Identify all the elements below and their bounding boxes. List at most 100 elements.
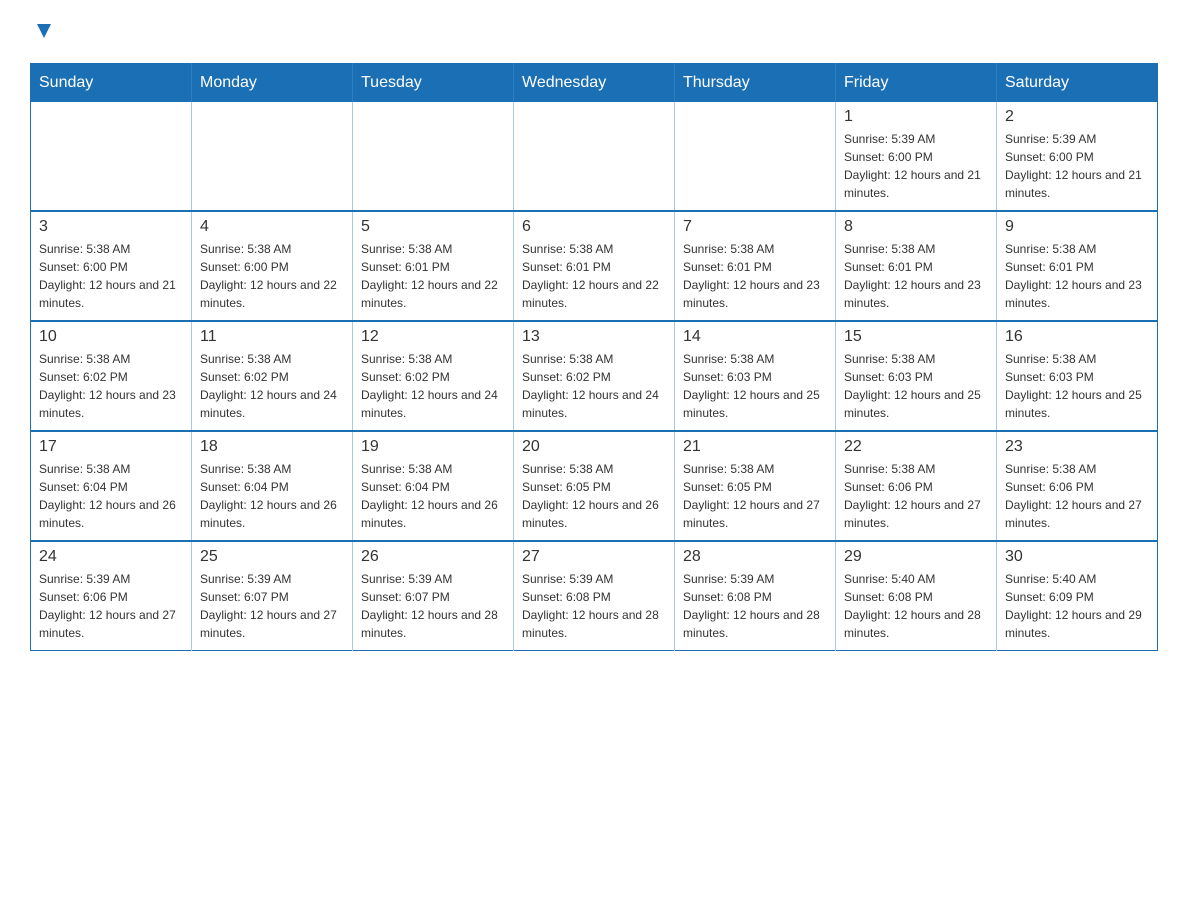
table-cell: 16Sunrise: 5:38 AM Sunset: 6:03 PM Dayli… [997, 321, 1158, 431]
day-number: 16 [1005, 328, 1149, 346]
day-info: Sunrise: 5:39 AM Sunset: 6:08 PM Dayligh… [522, 570, 666, 642]
weekday-header-monday: Monday [192, 64, 353, 103]
table-cell: 12 Sunrise: 5:38 AM Sunset: 6:02 PM Dayli… [353, 321, 514, 431]
weekday-header-tuesday: Tuesday [353, 64, 514, 103]
logo [30, 20, 55, 47]
day-number: 8 [844, 218, 988, 236]
logo-arrow-icon [33, 20, 55, 42]
table-cell: 11 Sunrise: 5:38 AM Sunset: 6:02 PM Dayli… [192, 321, 353, 431]
day-number: 13 [522, 328, 666, 346]
table-cell: 21 Sunrise: 5:38 AM Sunset: 6:05 PM Dayli… [675, 431, 836, 541]
day-number: 1 [844, 108, 988, 126]
day-info: Sunrise: 5:38 AM Sunset: 6:05 PM Dayligh… [522, 460, 666, 532]
day-number: 15 [844, 328, 988, 346]
table-cell: 29Sunrise: 5:40 AM Sunset: 6:08 PM Dayli… [836, 541, 997, 651]
weekday-header-friday: Friday [836, 64, 997, 103]
table-cell: 5 Sunrise: 5:38 AM Sunset: 6:01 PM Daylig… [353, 211, 514, 321]
day-number: 17 [39, 438, 183, 456]
day-info: Sunrise: 5:38 AM Sunset: 6:01 PM Dayligh… [1005, 240, 1149, 312]
weekday-header-saturday: Saturday [997, 64, 1158, 103]
table-cell: 22 Sunrise: 5:38 AM Sunset: 6:06 PM Dayli… [836, 431, 997, 541]
day-info: Sunrise: 5:38 AM Sunset: 6:03 PM Dayligh… [683, 350, 827, 422]
week-row-3: 10 Sunrise: 5:38 AM Sunset: 6:02 PM Dayli… [31, 321, 1158, 431]
day-number: 27 [522, 548, 666, 566]
calendar-table: SundayMondayTuesdayWednesdayThursdayFrid… [30, 63, 1158, 651]
day-number: 24 [39, 548, 183, 566]
day-info: Sunrise: 5:39 AM Sunset: 6:07 PM Dayligh… [200, 570, 344, 642]
table-cell: 2Sunrise: 5:39 AM Sunset: 6:00 PM Daylig… [997, 102, 1158, 211]
day-info: Sunrise: 5:39 AM Sunset: 6:08 PM Dayligh… [683, 570, 827, 642]
day-info: Sunrise: 5:38 AM Sunset: 6:03 PM Dayligh… [844, 350, 988, 422]
day-info: Sunrise: 5:40 AM Sunset: 6:08 PM Dayligh… [844, 570, 988, 642]
table-cell [31, 102, 192, 211]
day-number: 9 [1005, 218, 1149, 236]
day-number: 7 [683, 218, 827, 236]
table-cell: 10Sunrise: 5:38 AM Sunset: 6:02 PM Dayli… [31, 321, 192, 431]
table-cell: 6 Sunrise: 5:38 AM Sunset: 6:01 PM Daylig… [514, 211, 675, 321]
table-cell [675, 102, 836, 211]
header [30, 20, 1158, 47]
day-number: 6 [522, 218, 666, 236]
table-cell: 30 Sunrise: 5:40 AM Sunset: 6:09 PM Dayli… [997, 541, 1158, 651]
day-info: Sunrise: 5:38 AM Sunset: 6:00 PM Dayligh… [200, 240, 344, 312]
day-info: Sunrise: 5:38 AM Sunset: 6:01 PM Dayligh… [683, 240, 827, 312]
table-cell: 25 Sunrise: 5:39 AM Sunset: 6:07 PM Dayli… [192, 541, 353, 651]
week-row-2: 3 Sunrise: 5:38 AM Sunset: 6:00 PM Daylig… [31, 211, 1158, 321]
day-info: Sunrise: 5:38 AM Sunset: 6:04 PM Dayligh… [361, 460, 505, 532]
day-number: 18 [200, 438, 344, 456]
day-info: Sunrise: 5:40 AM Sunset: 6:09 PM Dayligh… [1005, 570, 1149, 642]
table-cell: 9 Sunrise: 5:38 AM Sunset: 6:01 PM Daylig… [997, 211, 1158, 321]
weekday-header-thursday: Thursday [675, 64, 836, 103]
day-number: 10 [39, 328, 183, 346]
day-number: 21 [683, 438, 827, 456]
table-cell: 18 Sunrise: 5:38 AM Sunset: 6:04 PM Dayli… [192, 431, 353, 541]
day-info: Sunrise: 5:38 AM Sunset: 6:06 PM Dayligh… [1005, 460, 1149, 532]
day-number: 26 [361, 548, 505, 566]
table-cell: 23 Sunrise: 5:38 AM Sunset: 6:06 PM Dayli… [997, 431, 1158, 541]
table-cell: 1 Sunrise: 5:39 AM Sunset: 6:00 PM Daylig… [836, 102, 997, 211]
day-number: 14 [683, 328, 827, 346]
day-info: Sunrise: 5:38 AM Sunset: 6:04 PM Dayligh… [200, 460, 344, 532]
week-row-1: 1 Sunrise: 5:39 AM Sunset: 6:00 PM Daylig… [31, 102, 1158, 211]
weekday-header-row: SundayMondayTuesdayWednesdayThursdayFrid… [31, 64, 1158, 103]
day-info: Sunrise: 5:38 AM Sunset: 6:02 PM Dayligh… [361, 350, 505, 422]
day-number: 4 [200, 218, 344, 236]
table-cell: 4 Sunrise: 5:38 AM Sunset: 6:00 PM Daylig… [192, 211, 353, 321]
day-number: 22 [844, 438, 988, 456]
table-cell: 17 Sunrise: 5:38 AM Sunset: 6:04 PM Dayli… [31, 431, 192, 541]
table-cell [192, 102, 353, 211]
table-cell: 28 Sunrise: 5:39 AM Sunset: 6:08 PM Dayli… [675, 541, 836, 651]
day-number: 11 [200, 328, 344, 346]
table-cell: 27 Sunrise: 5:39 AM Sunset: 6:08 PM Dayli… [514, 541, 675, 651]
week-row-5: 24 Sunrise: 5:39 AM Sunset: 6:06 PM Dayli… [31, 541, 1158, 651]
day-number: 12 [361, 328, 505, 346]
weekday-header-wednesday: Wednesday [514, 64, 675, 103]
day-info: Sunrise: 5:38 AM Sunset: 6:04 PM Dayligh… [39, 460, 183, 532]
day-info: Sunrise: 5:38 AM Sunset: 6:02 PM Dayligh… [522, 350, 666, 422]
day-info: Sunrise: 5:38 AM Sunset: 6:06 PM Dayligh… [844, 460, 988, 532]
day-number: 25 [200, 548, 344, 566]
day-number: 2 [1005, 108, 1149, 126]
table-cell: 8 Sunrise: 5:38 AM Sunset: 6:01 PM Daylig… [836, 211, 997, 321]
day-info: Sunrise: 5:38 AM Sunset: 6:01 PM Dayligh… [522, 240, 666, 312]
weekday-header-sunday: Sunday [31, 64, 192, 103]
day-info: Sunrise: 5:38 AM Sunset: 6:00 PM Dayligh… [39, 240, 183, 312]
table-cell: 15 Sunrise: 5:38 AM Sunset: 6:03 PM Dayli… [836, 321, 997, 431]
day-number: 23 [1005, 438, 1149, 456]
day-number: 5 [361, 218, 505, 236]
day-number: 28 [683, 548, 827, 566]
day-info: Sunrise: 5:38 AM Sunset: 6:01 PM Dayligh… [361, 240, 505, 312]
day-info: Sunrise: 5:38 AM Sunset: 6:02 PM Dayligh… [200, 350, 344, 422]
day-number: 19 [361, 438, 505, 456]
table-cell: 19 Sunrise: 5:38 AM Sunset: 6:04 PM Dayli… [353, 431, 514, 541]
table-cell [514, 102, 675, 211]
day-info: Sunrise: 5:39 AM Sunset: 6:06 PM Dayligh… [39, 570, 183, 642]
table-cell: 14 Sunrise: 5:38 AM Sunset: 6:03 PM Dayli… [675, 321, 836, 431]
day-info: Sunrise: 5:38 AM Sunset: 6:01 PM Dayligh… [844, 240, 988, 312]
day-number: 30 [1005, 548, 1149, 566]
day-number: 3 [39, 218, 183, 236]
day-info: Sunrise: 5:38 AM Sunset: 6:05 PM Dayligh… [683, 460, 827, 532]
day-info: Sunrise: 5:39 AM Sunset: 6:00 PM Dayligh… [844, 130, 988, 202]
table-cell [353, 102, 514, 211]
week-row-4: 17 Sunrise: 5:38 AM Sunset: 6:04 PM Dayli… [31, 431, 1158, 541]
